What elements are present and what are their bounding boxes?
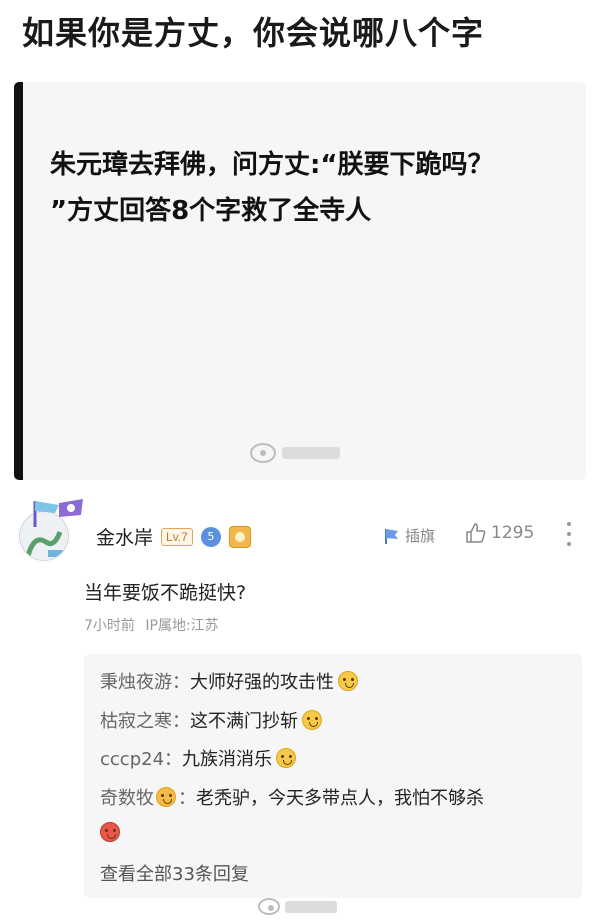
reply-item-continued (100, 822, 120, 844)
fan-badge-icon: 5 (200, 526, 221, 547)
comment-location: IP属地:江苏 (145, 618, 219, 634)
comment-text: 当年要饭不跪挺快? (84, 582, 247, 604)
headline-line-2: ”方丈回答8个字救了全寺人 (50, 196, 372, 226)
page-title: 如果你是方丈，你会说哪八个字 (22, 14, 485, 52)
reply-author-suffix: ： (178, 788, 196, 809)
reply-item[interactable]: 秉烛夜游：大师好强的攻击性 (100, 668, 358, 694)
reply-body: 这不满门抄斩 (190, 711, 298, 732)
reply-author[interactable]: 奇数牧 (100, 788, 154, 809)
avatar[interactable] (17, 497, 83, 561)
weibo-icon (250, 443, 276, 463)
level-badge: Lv.7 (161, 527, 193, 546)
weibo-icon (258, 898, 280, 915)
watermark-blurred-text (282, 447, 340, 459)
comment-header: 金水岸 Lv.7 5 (96, 523, 251, 550)
more-options-icon[interactable] (566, 522, 572, 546)
reply-item[interactable]: 枯寂之寒：这不满门抄斩 (100, 707, 322, 733)
like-count: 1295 (491, 523, 535, 543)
grin-emoji-icon (276, 748, 297, 768)
reply-item[interactable]: 奇数牧 ：老秃驴，今天多带点人，我怕不够杀 (100, 784, 484, 810)
comment-time: 7小时前 (84, 618, 135, 634)
grin-emoji-icon (302, 710, 322, 730)
grin-emoji-icon (338, 671, 358, 691)
reply-body: 大师好强的攻击性 (190, 672, 334, 693)
flag-button[interactable]: 插旗 (383, 525, 435, 546)
like-button[interactable]: 1295 (465, 522, 534, 544)
username[interactable]: 金水岸 (96, 523, 153, 550)
watermark-blurred-text (285, 900, 337, 913)
flag-icon (385, 528, 398, 544)
comment-meta: 7小时前 IP属地:江苏 (84, 615, 225, 635)
angry-emoji-icon (100, 822, 120, 842)
view-all-replies-link[interactable]: 查看全部33条回复 (100, 860, 249, 886)
post-headline[interactable]: 朱元璋去拜佛，问方丈:“朕要下跪吗？ ”方丈回答8个字救了全寺人 (50, 142, 550, 234)
weibo-watermark-bottom (258, 898, 337, 915)
kiss-emoji-icon (156, 787, 176, 807)
reply-author[interactable]: cccp24： (100, 749, 182, 770)
thumbs-up-icon (466, 523, 486, 543)
flag-label: 插旗 (405, 527, 436, 545)
reply-author[interactable]: 枯寂之寒： (100, 711, 190, 732)
reply-author[interactable]: 秉烛夜游： (100, 672, 190, 693)
medal-icon (228, 525, 251, 548)
reply-body: 老秃驴，今天多带点人，我怕不够杀 (196, 788, 484, 809)
headline-line-1: 朱元璋去拜佛，问方丈:“朕要下跪吗？ (50, 150, 494, 180)
flag-badge-icon (33, 499, 83, 527)
reply-item[interactable]: cccp24：九族消消乐 (100, 745, 297, 771)
reply-body: 九族消消乐 (182, 749, 273, 770)
weibo-watermark (250, 443, 340, 463)
